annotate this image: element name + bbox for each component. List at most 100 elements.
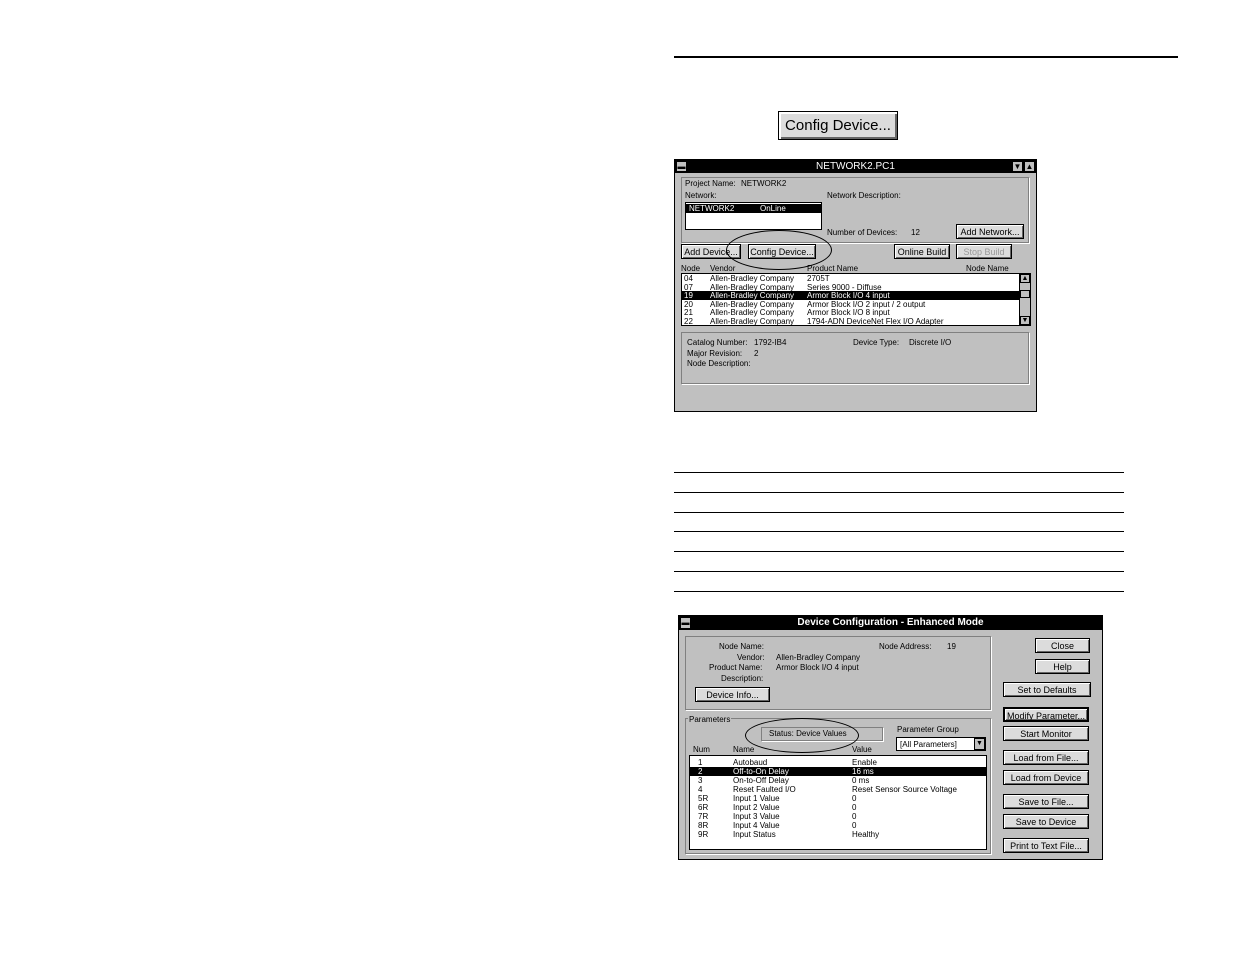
num-cell: 2	[698, 767, 703, 776]
major-revision-value: 2	[754, 349, 759, 358]
modify-parameter-button[interactable]: Modify Parameter...	[1003, 707, 1089, 722]
config-device-label: Config Device...	[785, 117, 891, 134]
maximize-icon[interactable]: ▲	[1024, 161, 1035, 172]
table-row[interactable]: 22 Allen-Bradley Company 1794-ADN Device…	[682, 317, 1030, 326]
num-cell: 1	[698, 758, 703, 767]
system-menu-icon[interactable]: ▬	[676, 161, 687, 172]
description-label: Description:	[721, 674, 764, 683]
stop-build-label: Stop Build	[963, 247, 1005, 257]
name-cell: Off-to-On Delay	[733, 767, 789, 776]
device-config-window: Device Configuration - Enhanced Mode ▬ N…	[678, 615, 1103, 860]
help-button[interactable]: Help	[1035, 659, 1090, 674]
highlight-oval	[745, 718, 859, 753]
table-rule	[674, 591, 1124, 592]
node-address-value: 19	[947, 642, 956, 651]
table-row[interactable]: 6R Input 2 Value 0	[690, 803, 986, 812]
scroll-thumb[interactable]	[1020, 290, 1030, 298]
table-rule	[674, 571, 1124, 572]
parameter-group-value: [All Parameters]	[900, 740, 957, 749]
save-to-file-label: Save to File...	[1018, 797, 1074, 807]
num-cell: 8R	[698, 821, 709, 830]
parameter-list[interactable]: 1 Autobaud Enable 2 Off-to-On Delay 16 m…	[689, 755, 987, 850]
parameter-group-select[interactable]: [All Parameters] ▼	[896, 737, 986, 751]
name-cell: Reset Faulted I/O	[733, 785, 796, 794]
minimize-icon[interactable]: ▼	[1012, 161, 1023, 172]
table-row[interactable]: 5R Input 1 Value 0	[690, 794, 986, 803]
table-row[interactable]: 1 Autobaud Enable	[690, 758, 986, 767]
chevron-down-icon[interactable]: ▼	[974, 738, 985, 750]
num-cell: 7R	[698, 812, 709, 821]
config-device-button-large[interactable]: Config Device...	[778, 111, 898, 140]
project-name-value: NETWORK2	[741, 179, 787, 188]
value-cell: 0	[852, 812, 857, 821]
vendor-cell: Allen-Bradley Company	[710, 316, 795, 326]
node-description-label: Node Description:	[687, 359, 751, 368]
table-rule	[674, 531, 1124, 532]
name-cell: On-to-Off Delay	[733, 776, 789, 785]
catalog-number-label: Catalog Number:	[687, 338, 748, 347]
value-cell: 0	[852, 794, 857, 803]
parameters-label: Parameters	[688, 715, 732, 724]
name-cell: Input Status	[733, 830, 776, 839]
load-from-file-button[interactable]: Load from File...	[1003, 750, 1089, 765]
network-list[interactable]: NETWORK2 OnLine	[685, 202, 822, 230]
table-row[interactable]: 7R Input 3 Value 0	[690, 812, 986, 821]
number-of-devices-value: 12	[911, 228, 920, 237]
table-rule	[674, 551, 1124, 552]
parameter-group-label: Parameter Group	[897, 725, 959, 734]
node-cell: 22	[684, 316, 693, 326]
value-cell: 0 ms	[852, 776, 870, 785]
product-cell: 1794-ADN DeviceNet Flex I/O Adapter	[807, 316, 944, 326]
num-cell: 3	[698, 776, 703, 785]
list-item[interactable]: NETWORK2 OnLine	[686, 204, 821, 213]
node-address-label: Node Address:	[879, 642, 932, 651]
device-config-titlebar: Device Configuration - Enhanced Mode	[679, 616, 1102, 630]
catalog-number-value: 1792-IB4	[754, 338, 787, 347]
device-type-value: Discrete I/O	[909, 338, 952, 347]
name-cell: Input 1 Value	[733, 794, 780, 803]
save-to-file-button[interactable]: Save to File...	[1003, 794, 1089, 809]
close-button[interactable]: Close	[1035, 638, 1090, 653]
device-list-scrollbar[interactable]: ▲ ▼	[1019, 274, 1030, 325]
node-name-label: Node Name:	[719, 642, 764, 651]
device-info-label: Device Info...	[706, 690, 759, 700]
table-row[interactable]: 9R Input Status Healthy	[690, 830, 986, 839]
print-to-text-file-label: Print to Text File...	[1010, 841, 1082, 851]
set-to-defaults-button[interactable]: Set to Defaults	[1003, 682, 1091, 697]
table-row[interactable]: 2 Off-to-On Delay 16 ms	[690, 767, 986, 776]
value-cell: Reset Sensor Source Voltage	[852, 785, 957, 794]
name-cell: Input 2 Value	[733, 803, 780, 812]
stop-build-button[interactable]: Stop Build	[956, 244, 1012, 259]
table-row[interactable]: 3 On-to-Off Delay 0 ms	[690, 776, 986, 785]
value-cell: 16 ms	[852, 767, 874, 776]
col-value: Value	[852, 745, 872, 754]
value-cell: Enable	[852, 758, 877, 767]
page-header-rule	[674, 56, 1178, 58]
network-label: Network:	[685, 191, 717, 200]
scroll-up-icon[interactable]: ▲	[1020, 274, 1030, 283]
table-row[interactable]: 4 Reset Faulted I/O Reset Sensor Source …	[690, 785, 986, 794]
table-rule	[674, 472, 1124, 473]
help-label: Help	[1053, 662, 1072, 672]
load-from-device-button[interactable]: Load from Device	[1003, 770, 1089, 785]
save-to-device-label: Save to Device	[1015, 817, 1077, 827]
online-build-label: Online Build	[897, 247, 947, 257]
print-to-text-file-button[interactable]: Print to Text File...	[1003, 838, 1089, 853]
start-monitor-button[interactable]: Start Monitor	[1003, 726, 1089, 741]
device-type-label: Device Type:	[853, 338, 900, 347]
device-config-title: Device Configuration - Enhanced Mode	[797, 617, 984, 628]
product-name-label: Product Name:	[709, 663, 763, 672]
network-name: NETWORK2	[689, 204, 735, 213]
table-row[interactable]: 8R Input 4 Value 0	[690, 821, 986, 830]
system-menu-icon[interactable]: ▬	[680, 617, 691, 629]
device-info-button[interactable]: Device Info...	[695, 687, 770, 702]
device-list[interactable]: 04 Allen-Bradley Company 2705T 07 Allen-…	[681, 273, 1031, 326]
online-build-button[interactable]: Online Build	[894, 244, 950, 259]
save-to-device-button[interactable]: Save to Device	[1003, 814, 1089, 829]
project-name-label: Project Name:	[685, 179, 736, 188]
num-cell: 9R	[698, 830, 709, 839]
num-cell: 4	[698, 785, 703, 794]
scroll-down-icon[interactable]: ▼	[1020, 316, 1030, 325]
add-network-button[interactable]: Add Network...	[956, 224, 1024, 239]
value-cell: 0	[852, 803, 857, 812]
